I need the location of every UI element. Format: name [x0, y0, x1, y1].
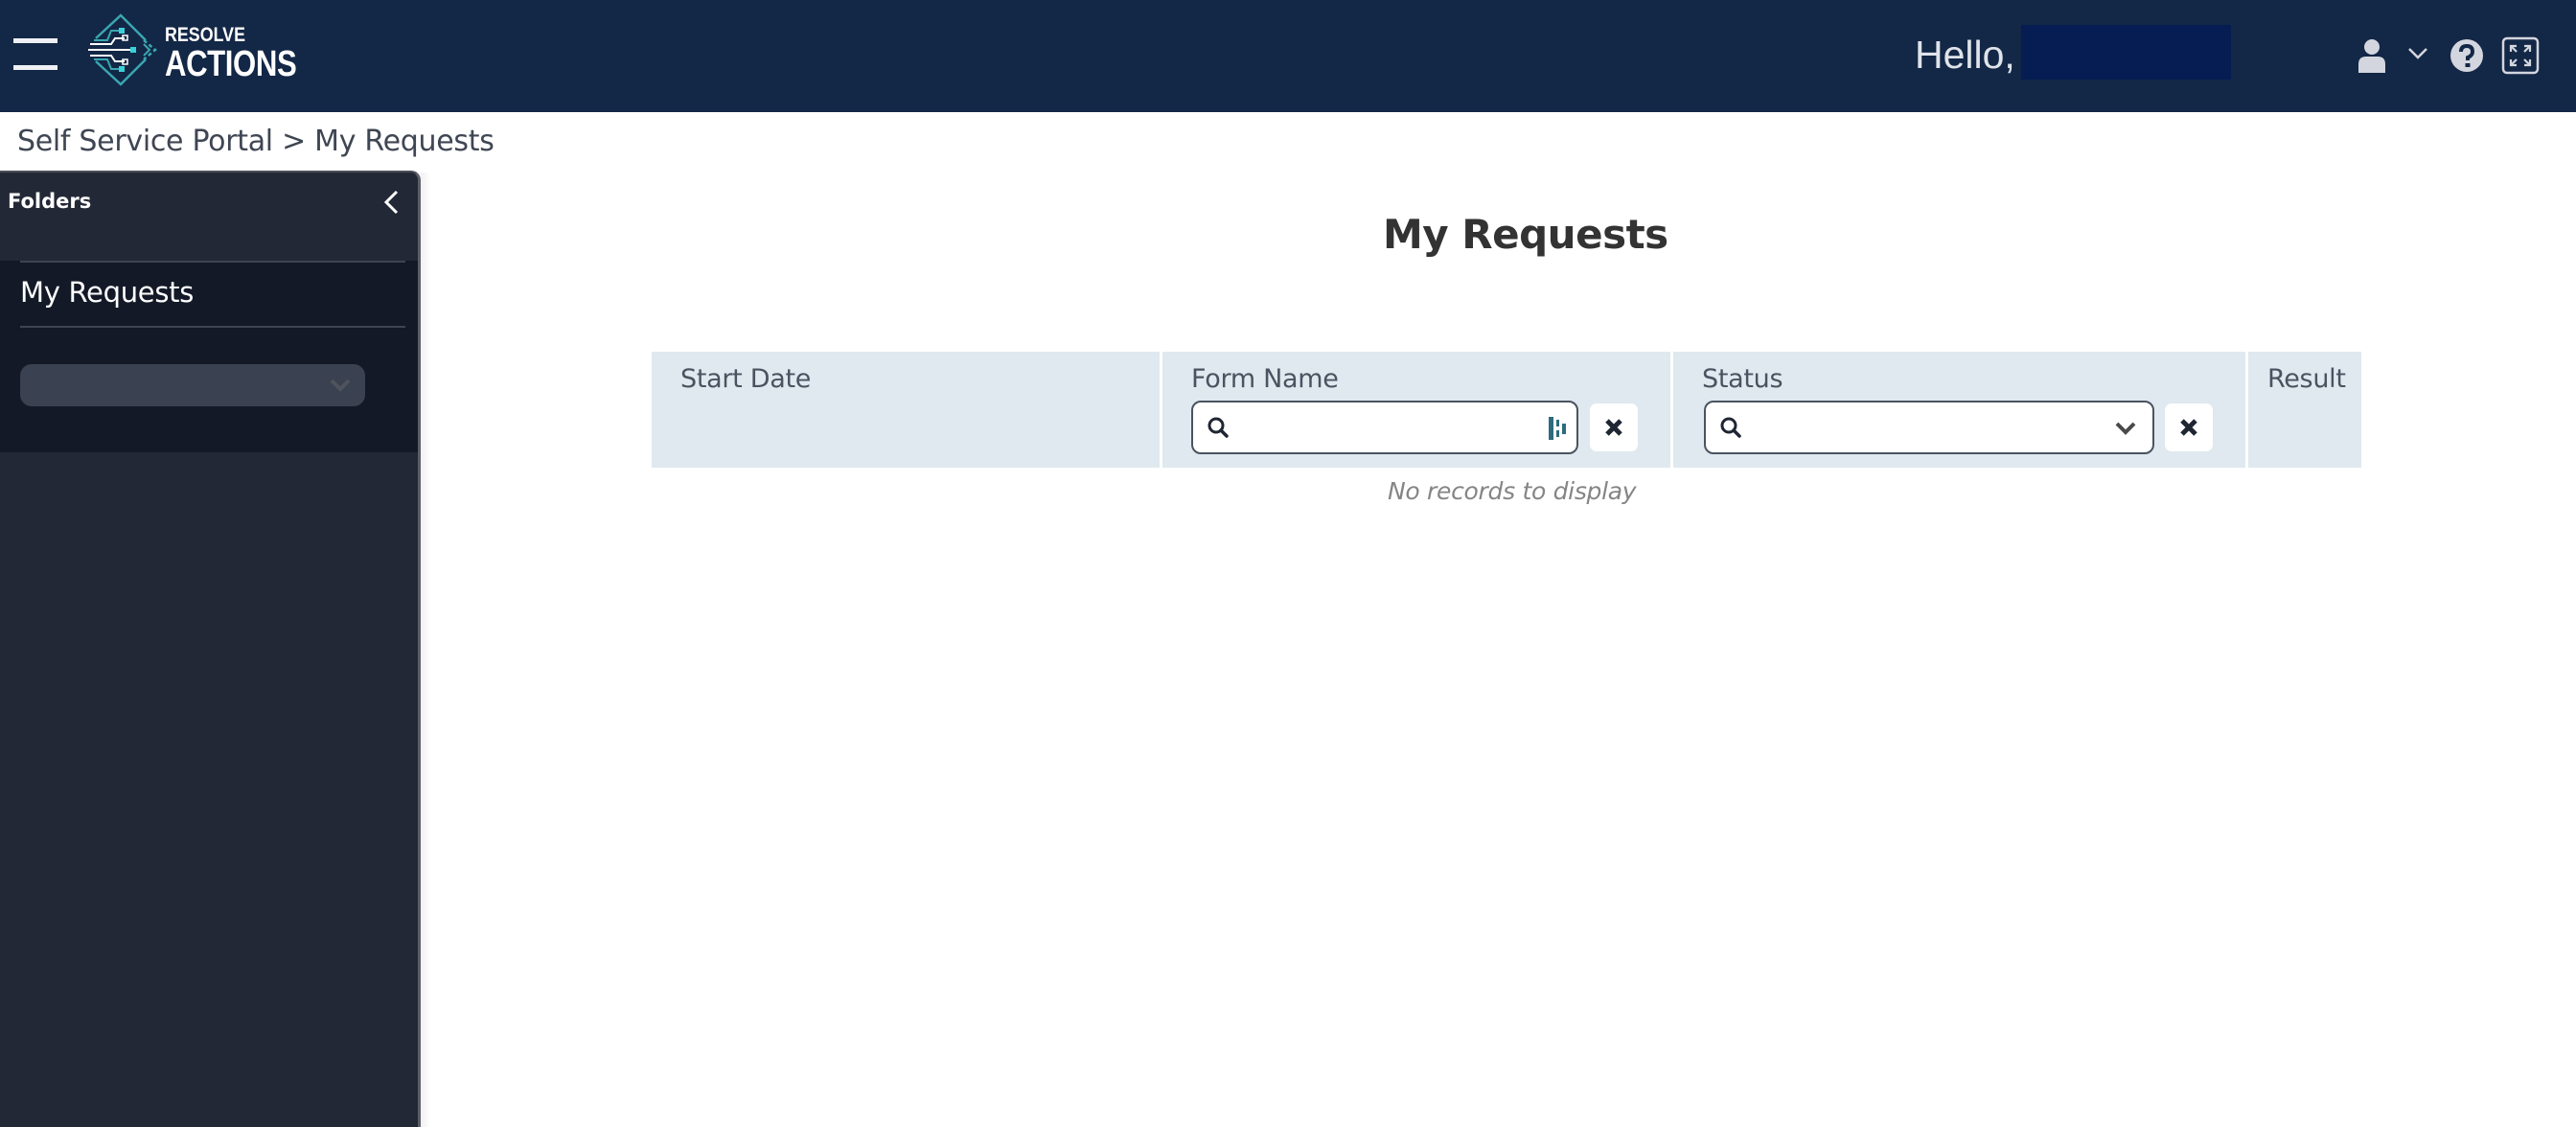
logo-text-line2: ACTIONS	[165, 44, 297, 84]
chevron-down-icon[interactable]	[2407, 46, 2428, 61]
logo-mark-icon	[88, 13, 157, 86]
expand-fullscreen-icon[interactable]	[2501, 36, 2540, 75]
divider	[20, 326, 405, 328]
chevron-down-icon	[330, 379, 351, 392]
breadcrumb: Self Service Portal > My Requests	[17, 125, 494, 158]
column-header-form-name[interactable]: Form Name	[1160, 352, 1670, 468]
password-manager-icon[interactable]	[1546, 414, 1567, 443]
greeting-text: Hello,	[1915, 33, 2015, 77]
help-icon[interactable]	[2450, 38, 2484, 73]
top-navigation-bar: RESOLVE ACTIONS Hello,	[0, 0, 2576, 112]
breadcrumb-separator: >	[282, 125, 315, 158]
hamburger-menu-icon[interactable]	[13, 38, 58, 70]
search-icon	[1208, 417, 1229, 438]
logo-text-line1: RESOLVE	[165, 24, 245, 46]
breadcrumb-item-my-requests: My Requests	[314, 125, 494, 158]
form-name-filter-input[interactable]	[1191, 401, 1578, 454]
status-filter-dropdown[interactable]	[1704, 401, 2154, 454]
column-header-status[interactable]: Status	[1670, 352, 2245, 468]
close-icon	[1605, 419, 1622, 436]
divider	[20, 261, 405, 263]
empty-grid-message: No records to display	[1388, 477, 1637, 505]
chevron-left-icon[interactable]	[380, 188, 402, 217]
column-label: Status	[1702, 364, 1783, 394]
clear-status-filter-button[interactable]	[2165, 403, 2213, 451]
column-label: Result	[2267, 364, 2346, 394]
folder-dropdown[interactable]	[20, 364, 365, 406]
column-header-start-date[interactable]: Start Date	[652, 352, 1160, 468]
resolve-actions-logo[interactable]: RESOLVE ACTIONS	[88, 13, 297, 90]
column-label: Start Date	[680, 364, 812, 394]
sidebar-shadow	[421, 172, 430, 1127]
user-icon[interactable]	[2358, 38, 2386, 73]
chevron-down-icon[interactable]	[2114, 420, 2137, 437]
column-header-result[interactable]: Result	[2245, 352, 2361, 468]
username-redacted	[2021, 25, 2231, 80]
folders-sidebar: Folders My Requests	[0, 171, 421, 1127]
folders-title: Folders	[8, 190, 92, 213]
form-name-filter-field[interactable]	[1241, 408, 1529, 447]
clear-form-name-filter-button[interactable]	[1590, 403, 1638, 451]
breadcrumb-item-self-service-portal[interactable]: Self Service Portal	[17, 125, 282, 158]
logo-text: RESOLVE ACTIONS	[165, 25, 326, 82]
folder-list: My Requests	[0, 261, 418, 452]
folder-item-my-requests[interactable]: My Requests	[20, 276, 194, 309]
requests-grid-header: Start Date Form Name Status Result	[652, 352, 2361, 468]
page-title: My Requests	[1383, 211, 1668, 258]
search-icon	[1720, 417, 1741, 438]
column-label: Form Name	[1191, 364, 1339, 394]
close-icon	[2180, 419, 2197, 436]
status-filter-field[interactable]	[1754, 408, 2104, 447]
